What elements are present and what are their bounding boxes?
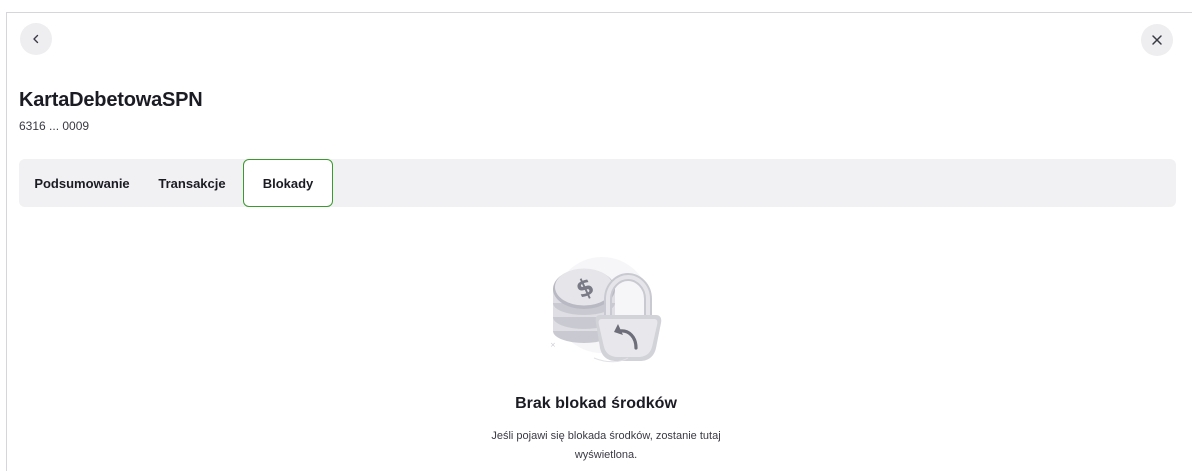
tab-podsumowanie[interactable]: Podsumowanie xyxy=(27,159,137,207)
close-button[interactable] xyxy=(1141,24,1173,56)
tab-transakcje[interactable]: Transakcje xyxy=(151,159,233,207)
back-button[interactable] xyxy=(20,23,52,55)
page-title: KartaDebetowaSPN xyxy=(19,89,203,111)
svg-text:×: × xyxy=(550,341,556,349)
empty-state-title: Brak blokad środków xyxy=(515,395,677,412)
empty-state-description: Jeśli pojawi się blokada środków, zostan… xyxy=(491,430,721,461)
tab-blokady[interactable]: Blokady xyxy=(243,159,333,207)
tab-bar: Podsumowanie Transakcje Blokady xyxy=(19,159,1176,207)
card-number: 6316 ... 0009 xyxy=(19,119,90,133)
close-icon xyxy=(1152,35,1162,45)
chevron-left-icon xyxy=(33,34,39,44)
coins-lock-icon: $ × xyxy=(550,257,662,363)
